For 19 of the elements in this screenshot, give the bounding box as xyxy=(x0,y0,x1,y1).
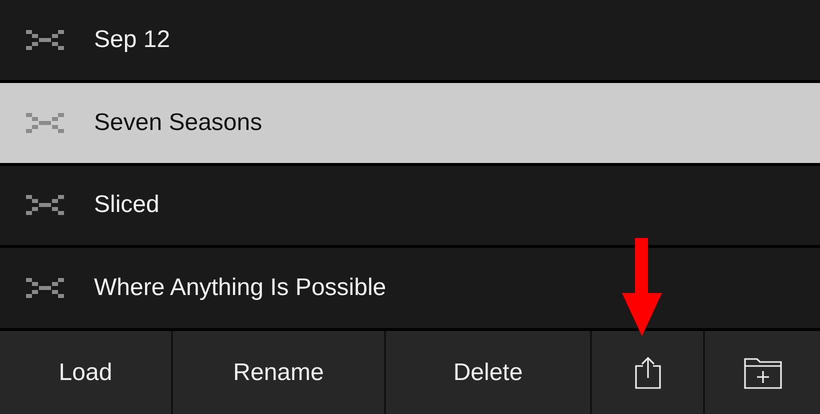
toolbar-button[interactable]: Load xyxy=(0,331,171,414)
preset-name: Seven Seasons xyxy=(94,108,262,137)
toolbar-button[interactable]: Delete xyxy=(386,331,590,414)
new-folder-button[interactable] xyxy=(705,331,820,414)
drag-handle-icon xyxy=(26,195,64,216)
drag-handle-icon xyxy=(26,30,64,50)
preset-name: Sep 12 xyxy=(94,26,170,54)
drag-handle-icon xyxy=(26,112,64,133)
drag-handle-icon xyxy=(26,278,64,298)
preset-row[interactable]: Seven Seasons xyxy=(0,82,820,162)
share-icon xyxy=(634,356,662,390)
preset-row[interactable]: Where Anything Is Possible xyxy=(0,248,820,328)
share-button[interactable] xyxy=(592,331,703,414)
preset-row[interactable]: Sep 12 xyxy=(0,0,820,80)
preset-name: Where Anything Is Possible xyxy=(94,274,386,302)
preset-name: Sliced xyxy=(94,191,160,220)
new-folder-icon xyxy=(744,356,782,388)
toolbar-button[interactable]: Rename xyxy=(173,331,384,414)
preset-row[interactable]: Sliced xyxy=(0,166,820,246)
